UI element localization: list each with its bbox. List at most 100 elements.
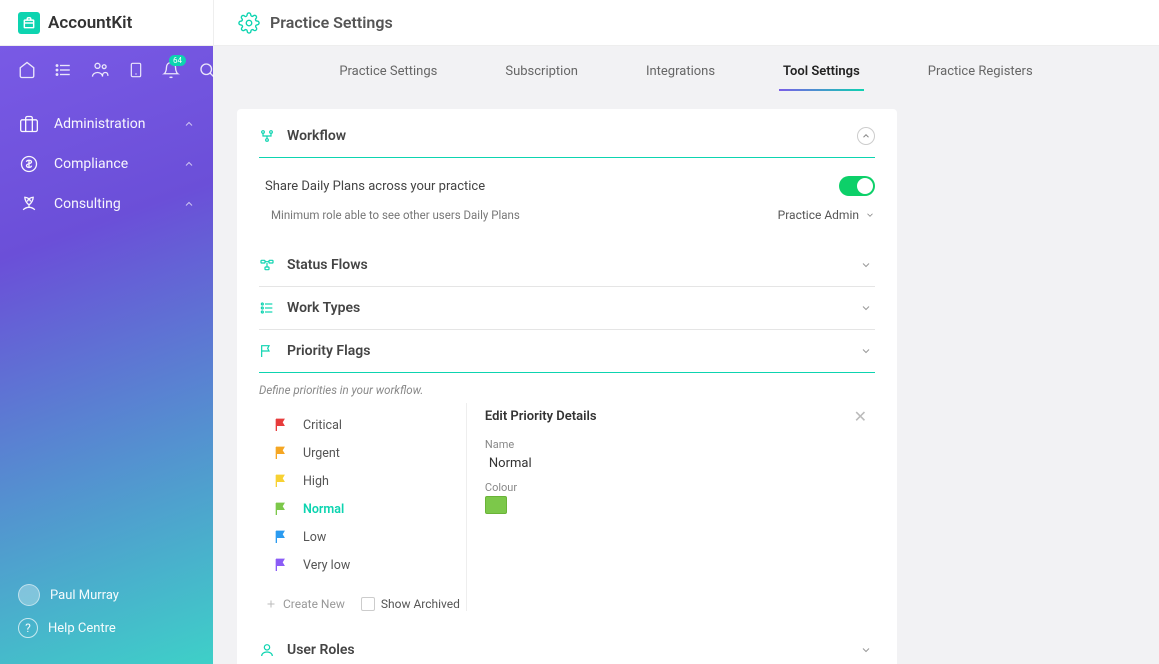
priority-label: Critical (303, 418, 342, 433)
list-check-icon (259, 300, 277, 316)
tab-integrations[interactable]: Integrations (642, 58, 719, 91)
name-label: Name (485, 438, 857, 453)
priority-label: Urgent (303, 446, 340, 461)
flag-icon (273, 557, 289, 573)
collapse-icon[interactable] (857, 127, 875, 145)
sidebar-footer: Paul Murray ? Help Centre (0, 564, 213, 664)
sidebar-item-label: Consulting (54, 196, 121, 212)
brand-name: AccountKit (48, 13, 132, 33)
avatar-icon (18, 584, 40, 606)
create-new-button[interactable]: Create New (265, 597, 345, 611)
section-user-roles[interactable]: User Roles (259, 629, 875, 664)
sidebar-item-consulting[interactable]: Consulting (0, 184, 213, 224)
flag-icon (273, 473, 289, 489)
tab-practice-settings[interactable]: Practice Settings (335, 58, 441, 91)
priority-item[interactable]: Critical (259, 411, 459, 439)
flow-icon (259, 257, 277, 273)
setting-min-role: Minimum role able to see other users Dai… (259, 202, 875, 228)
logo-icon (18, 12, 40, 34)
bell-icon[interactable]: 64 (162, 60, 180, 80)
share-toggle[interactable] (839, 176, 875, 196)
notification-badge: 64 (169, 55, 186, 66)
flag-icon (259, 343, 277, 359)
settings-gear-icon (238, 12, 260, 34)
show-archived-checkbox[interactable]: Show Archived (361, 597, 460, 611)
main-content: Practice Settings Subscription Integrati… (213, 0, 1159, 664)
sidebar: 64 Administration Compliance Consulting (0, 0, 213, 664)
setting-label: Minimum role able to see other users Dai… (271, 208, 520, 222)
section-priority-flags[interactable]: Priority Flags (259, 330, 875, 373)
colour-label: Colour (485, 481, 857, 496)
setting-share-plans: Share Daily Plans across your practice (259, 170, 875, 202)
sidebar-item-label: Compliance (54, 156, 128, 172)
priority-label: High (303, 474, 329, 489)
close-icon[interactable]: ✕ (854, 407, 867, 426)
help-icon: ? (18, 618, 38, 638)
chevron-down-icon (857, 342, 875, 360)
setting-label: Share Daily Plans across your practice (265, 179, 485, 194)
tabs: Practice Settings Subscription Integrati… (213, 46, 1159, 91)
tab-practice-registers[interactable]: Practice Registers (924, 58, 1037, 91)
priority-item[interactable]: High (259, 467, 459, 495)
min-role-dropdown[interactable]: Practice Admin (778, 208, 875, 222)
colour-picker[interactable] (485, 496, 507, 514)
home-icon[interactable] (18, 60, 36, 80)
sidebar-item-administration[interactable]: Administration (0, 104, 213, 144)
flag-icon (273, 417, 289, 433)
header: AccountKit Practice Settings (0, 0, 1159, 46)
flag-icon (273, 501, 289, 517)
section-status-flows[interactable]: Status Flows (259, 244, 875, 287)
settings-panel: Workflow Share Daily Plans across your p… (237, 109, 897, 664)
list-icon[interactable] (54, 60, 72, 80)
priority-label: Very low (303, 558, 350, 573)
workflow-icon (259, 128, 277, 144)
priority-item[interactable]: Low (259, 523, 459, 551)
priority-item[interactable]: Normal (259, 495, 459, 523)
section-work-types[interactable]: Work Types (259, 287, 875, 330)
priority-item[interactable]: Urgent (259, 439, 459, 467)
flag-icon (273, 529, 289, 545)
section-title: Work Types (287, 300, 360, 316)
chevron-down-icon (857, 299, 875, 317)
tab-subscription[interactable]: Subscription (501, 58, 582, 91)
edit-priority-panel: ✕ Edit Priority Details Name Normal Colo… (466, 403, 875, 611)
priority-description: Define priorities in your workflow. (259, 373, 875, 403)
section-title: Status Flows (287, 257, 368, 273)
sidebar-menu: Administration Compliance Consulting (0, 94, 213, 234)
priority-label: Low (303, 530, 326, 545)
section-workflow[interactable]: Workflow (259, 115, 875, 158)
priority-item[interactable]: Very low (259, 551, 459, 579)
device-icon[interactable] (128, 60, 144, 80)
chevron-up-icon (183, 158, 195, 170)
sidebar-iconbar: 64 (0, 46, 213, 94)
section-title: Priority Flags (287, 343, 370, 359)
user-name: Paul Murray (50, 588, 119, 603)
sidebar-item-compliance[interactable]: Compliance (0, 144, 213, 184)
logo-area[interactable]: AccountKit (0, 12, 213, 34)
tab-tool-settings[interactable]: Tool Settings (779, 58, 864, 91)
priority-list: Critical Urgent High Normal Low Very low (259, 403, 459, 587)
chevron-down-icon (857, 641, 875, 659)
edit-panel-title: Edit Priority Details (485, 409, 857, 438)
chevron-up-icon (183, 118, 195, 130)
people-icon[interactable] (90, 60, 110, 80)
dollar-circle-icon (18, 154, 40, 174)
page-title-area: Practice Settings (213, 0, 393, 45)
hands-plant-icon (18, 194, 40, 214)
search-icon[interactable] (198, 60, 216, 80)
priority-label: Normal (303, 502, 344, 517)
briefcase-icon (18, 114, 40, 134)
user-profile[interactable]: Paul Murray (18, 578, 195, 612)
flag-icon (273, 445, 289, 461)
name-input[interactable]: Normal (485, 453, 857, 481)
section-title: Workflow (287, 128, 346, 144)
checkbox-icon (361, 597, 375, 611)
page-title: Practice Settings (270, 13, 393, 32)
help-link[interactable]: ? Help Centre (18, 612, 195, 644)
help-label: Help Centre (48, 621, 116, 636)
user-icon (259, 642, 277, 658)
sidebar-item-label: Administration (54, 116, 145, 132)
chevron-up-icon (183, 198, 195, 210)
section-title: User Roles (287, 642, 355, 658)
chevron-down-icon (857, 256, 875, 274)
